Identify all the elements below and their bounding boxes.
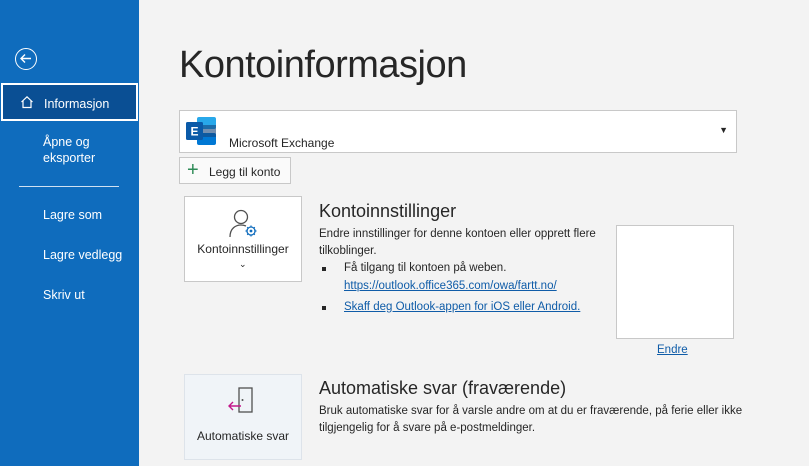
- automatic-replies-description: Bruk automatiske svar for å varsle andre…: [319, 405, 743, 434]
- svg-text:E: E: [190, 125, 198, 139]
- owa-link[interactable]: https://outlook.office365.com/owa/fartt.…: [344, 280, 557, 292]
- home-icon: [21, 95, 33, 109]
- exchange-icon: E: [186, 117, 216, 145]
- change-picture-link[interactable]: Endre: [657, 344, 688, 356]
- arrow-left-circle-icon: [20, 54, 31, 63]
- bullet-icon: [322, 267, 326, 271]
- plus-icon: +: [187, 159, 199, 181]
- sidebar-item-save-attachments[interactable]: Lagre vedlegg: [0, 247, 139, 265]
- account-settings-tile[interactable]: Kontoinnstillinger ⌄: [184, 196, 302, 282]
- sidebar-item-label: Skriv ut: [43, 288, 85, 302]
- automatic-replies-tile-label: Automatiske svar: [196, 429, 290, 443]
- sidebar-item-label: Åpne og eksporter: [43, 135, 96, 165]
- automatic-replies-tile[interactable]: Automatiske svar: [184, 374, 302, 460]
- sidebar-item-label: Lagre som: [43, 208, 103, 222]
- sidebar-item-print[interactable]: Skriv ut: [0, 287, 139, 305]
- dropdown-caret-icon: ▼: [719, 125, 728, 135]
- profile-picture: [616, 225, 734, 339]
- main-content: Kontoinformasjon E Microsoft Exchange ▼ …: [139, 0, 809, 466]
- sidebar-item-informasjon[interactable]: Informasjon: [1, 83, 138, 121]
- account-settings-tile-label: Kontoinnstillinger: [197, 242, 289, 256]
- chevron-down-icon: ⌄: [239, 259, 247, 269]
- sidebar-item-label: Informasjon: [44, 97, 110, 111]
- account-name: Microsoft Exchange: [229, 136, 335, 150]
- backstage-sidebar: Informasjon Åpne og eksporter Lagre som …: [0, 0, 139, 466]
- add-account-button[interactable]: + Legg til konto: [179, 157, 291, 184]
- automatic-replies-heading: Automatiske svar (fraværende): [319, 378, 567, 398]
- account-settings-description: Endre innstillinger for denne kontoen el…: [319, 228, 596, 257]
- account-settings-heading: Kontoinnstillinger: [319, 201, 457, 221]
- sidebar-divider: [19, 186, 119, 187]
- outlook-app-link[interactable]: Skaff deg Outlook-appen for iOS eller An…: [344, 301, 580, 313]
- account-dropdown[interactable]: E Microsoft Exchange ▼: [179, 110, 737, 153]
- bullet-icon: [322, 306, 326, 310]
- page-title: Kontoinformasjon: [179, 44, 467, 86]
- door-arrow-icon: [228, 387, 253, 413]
- web-access-text: Få tilgang til kontoen på weben.: [344, 262, 507, 274]
- sidebar-item-open-export[interactable]: Åpne og eksporter: [0, 134, 139, 170]
- user-settings-icon: [229, 209, 257, 238]
- add-account-label: Legg til konto: [209, 165, 281, 179]
- sidebar-item-save-as[interactable]: Lagre som: [0, 207, 139, 225]
- back-button[interactable]: [15, 48, 37, 70]
- sidebar-item-label: Lagre vedlegg: [43, 248, 123, 262]
